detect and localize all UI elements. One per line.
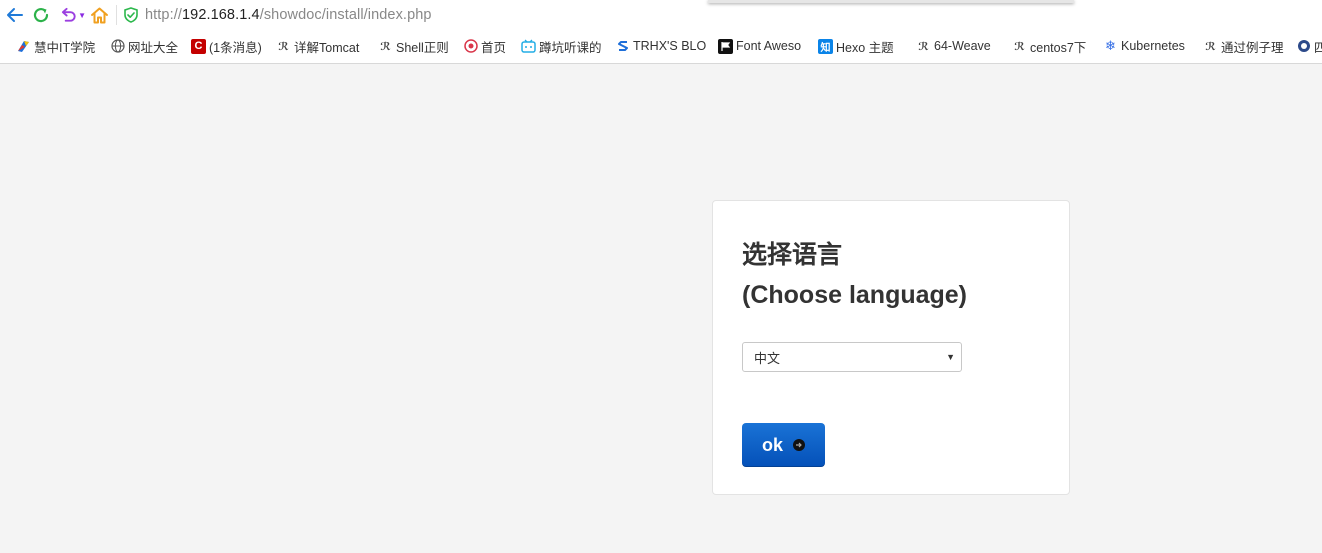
bookmark-url-directory[interactable]: 网址大全	[106, 34, 182, 58]
language-selected-value: 中文	[754, 350, 781, 366]
bookmark-csdn-messages[interactable]: C (1条消息)	[187, 34, 266, 58]
bookmark-label: 蹲坑听课的	[539, 40, 602, 55]
bookmark-tomcat[interactable]: ℛ 详解Tomcat	[272, 34, 363, 58]
arrow-left-icon	[7, 8, 23, 22]
undo-close-tab-button[interactable]: ▼	[54, 2, 86, 28]
bookmark-label: centos7下	[1030, 40, 1087, 55]
bookmark-label: Hexo 主题	[836, 40, 894, 55]
bookmarks-bar: 慧中IT学院 网址大全 C (1条消息) ℛ 详解Tomcat ℛ Shell正…	[0, 30, 1322, 64]
address-bar[interactable]: http://192.168.1.4/showdoc/install/index…	[123, 2, 432, 28]
dropdown-popup-edge	[708, 0, 1074, 3]
bookmark-centos7[interactable]: ℛ centos7下	[1008, 34, 1090, 58]
back-button[interactable]	[2, 2, 28, 28]
bookmark-label: (1条消息)	[209, 40, 262, 55]
bookmark-trhx-blog[interactable]: TRHX'S BLO	[611, 34, 710, 58]
browser-toolbar: ▼ http://192.168.1.4/showdoc/install/ind…	[0, 0, 1322, 30]
flag-icon	[718, 38, 733, 54]
arrow-right-circle-icon	[793, 439, 805, 451]
title-chinese: 选择语言	[742, 241, 843, 269]
bookmark-shell-regex[interactable]: ℛ Shell正则	[374, 34, 453, 58]
scribble-icon: ℛ	[380, 40, 391, 53]
bookmark-label: 慧中IT学院	[34, 40, 96, 55]
bookmark-label: TRHX'S BLO	[633, 39, 707, 53]
scribble-icon: ℛ	[1205, 40, 1216, 53]
bookmark-label: 通过例子理	[1221, 40, 1284, 55]
bookmark-overflow-item[interactable]: 四	[1292, 34, 1322, 58]
circle-logo-icon	[463, 39, 478, 54]
badge-icon	[1296, 39, 1311, 54]
snowflake-icon: ❄	[1105, 38, 1116, 53]
bookmark-label: 64-Weave	[934, 39, 991, 53]
url-host: 192.168.1.4	[181, 7, 260, 23]
bookmark-label: Font Aweso	[736, 39, 802, 53]
ok-button[interactable]: ok	[742, 423, 825, 467]
bookmark-label: 首页	[481, 40, 507, 55]
undo-icon	[61, 7, 76, 22]
globe-icon	[110, 39, 125, 54]
bookmark-font-awesome[interactable]: Font Aweso	[714, 34, 805, 58]
page-title: 选择语言 (Choose language)	[742, 235, 967, 315]
scribble-icon: ℛ	[278, 40, 289, 53]
bookmark-label: 四	[1314, 37, 1322, 56]
bookmark-hexo-theme[interactable]: 知 Hexo 主题	[814, 34, 898, 58]
caret-down-icon: ▼	[946, 352, 955, 362]
bookmark-weave[interactable]: ℛ 64-Weave	[912, 34, 995, 58]
bookmark-bilibili[interactable]: 蹲坑听课的	[517, 34, 606, 58]
s-logo-icon	[615, 39, 630, 54]
chevron-down-icon[interactable]: ▼	[78, 11, 86, 20]
home-button[interactable]	[86, 2, 112, 28]
url-scheme: http://	[145, 7, 182, 23]
csdn-logo-icon: C	[191, 38, 206, 54]
bookmark-label: 网址大全	[128, 40, 179, 55]
bookmark-by-example[interactable]: ℛ 通过例子理	[1199, 34, 1288, 58]
bilibili-icon	[521, 39, 536, 54]
zhihu-icon: 知	[818, 38, 833, 54]
toolbar-divider	[116, 5, 117, 25]
scribble-icon: ℛ	[1014, 40, 1025, 53]
url-text[interactable]: http://192.168.1.4/showdoc/install/index…	[145, 7, 432, 23]
hzit-logo-icon	[16, 39, 31, 54]
bookmark-home-page[interactable]: 首页	[459, 34, 510, 58]
bookmark-label: Kubernetes	[1121, 39, 1185, 53]
home-icon	[90, 7, 108, 23]
bookmark-hzit[interactable]: 慧中IT学院	[12, 34, 99, 58]
ok-button-label: ok	[761, 434, 783, 455]
refresh-icon	[33, 7, 49, 23]
bookmark-label: Shell正则	[396, 40, 449, 55]
url-path: /showdoc/install/index.php	[259, 7, 432, 23]
scribble-icon: ℛ	[918, 40, 929, 53]
bookmark-label: 详解Tomcat	[294, 40, 360, 55]
shield-icon	[124, 7, 138, 23]
language-select[interactable]: 中文 ▼	[742, 342, 962, 372]
title-english: (Choose language)	[742, 281, 968, 309]
reload-button[interactable]	[28, 2, 54, 28]
bookmark-kubernetes[interactable]: ❄ Kubernetes	[1099, 34, 1189, 58]
language-card: 选择语言 (Choose language) 中文 ▼ ok	[712, 200, 1070, 495]
